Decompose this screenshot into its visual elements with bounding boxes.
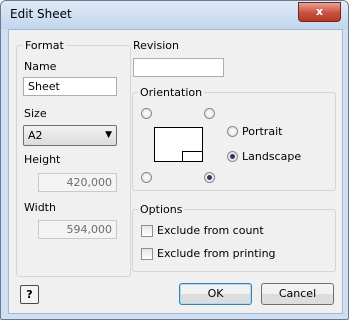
size-label: Size bbox=[24, 107, 47, 120]
portrait-radio[interactable] bbox=[227, 126, 238, 137]
height-label: Height bbox=[24, 153, 61, 166]
close-icon: x bbox=[315, 5, 324, 18]
chevron-down-icon: ▼ bbox=[105, 130, 112, 140]
title-bar[interactable]: Edit Sheet x bbox=[1, 1, 348, 29]
orientation-legend: Orientation bbox=[138, 86, 205, 99]
landscape-radio[interactable] bbox=[227, 151, 238, 162]
exclude-from-printing-label[interactable]: Exclude from printing bbox=[157, 247, 276, 260]
title-block-preview bbox=[182, 151, 202, 161]
portrait-label[interactable]: Portrait bbox=[242, 125, 282, 138]
revision-label: Revision bbox=[133, 39, 179, 52]
height-input[interactable] bbox=[38, 173, 117, 192]
dialog-title: Edit Sheet bbox=[10, 7, 72, 21]
options-legend: Options bbox=[138, 203, 185, 216]
format-legend: Format bbox=[23, 39, 66, 52]
revision-input[interactable] bbox=[133, 58, 224, 77]
help-button[interactable]: ? bbox=[20, 285, 39, 304]
sheet-preview bbox=[154, 127, 203, 162]
options-group bbox=[132, 209, 336, 272]
exclude-from-count-checkbox[interactable] bbox=[141, 225, 153, 237]
width-input[interactable] bbox=[38, 220, 117, 239]
width-label: Width bbox=[24, 201, 56, 214]
corner-bottom-left-radio[interactable] bbox=[141, 172, 152, 183]
question-mark-icon: ? bbox=[26, 288, 33, 301]
size-dropdown[interactable]: A2 ▼ bbox=[23, 125, 117, 146]
name-label: Name bbox=[24, 60, 57, 73]
landscape-label[interactable]: Landscape bbox=[242, 150, 301, 163]
ok-button[interactable]: OK bbox=[179, 283, 252, 305]
dialog-body: Format Name Size A2 ▼ Height Width Revis… bbox=[8, 29, 343, 314]
corner-top-right-radio[interactable] bbox=[204, 108, 215, 119]
exclude-from-count-label[interactable]: Exclude from count bbox=[157, 224, 264, 237]
corner-bottom-right-radio[interactable] bbox=[204, 172, 215, 183]
exclude-from-printing-checkbox[interactable] bbox=[141, 248, 153, 260]
close-button[interactable]: x bbox=[298, 2, 341, 22]
cancel-button[interactable]: Cancel bbox=[261, 283, 334, 305]
size-value: A2 bbox=[28, 129, 43, 142]
corner-top-left-radio[interactable] bbox=[141, 108, 152, 119]
edit-sheet-dialog: Edit Sheet x Format Name Size A2 ▼ Heigh… bbox=[0, 0, 349, 320]
name-input[interactable] bbox=[23, 77, 117, 96]
